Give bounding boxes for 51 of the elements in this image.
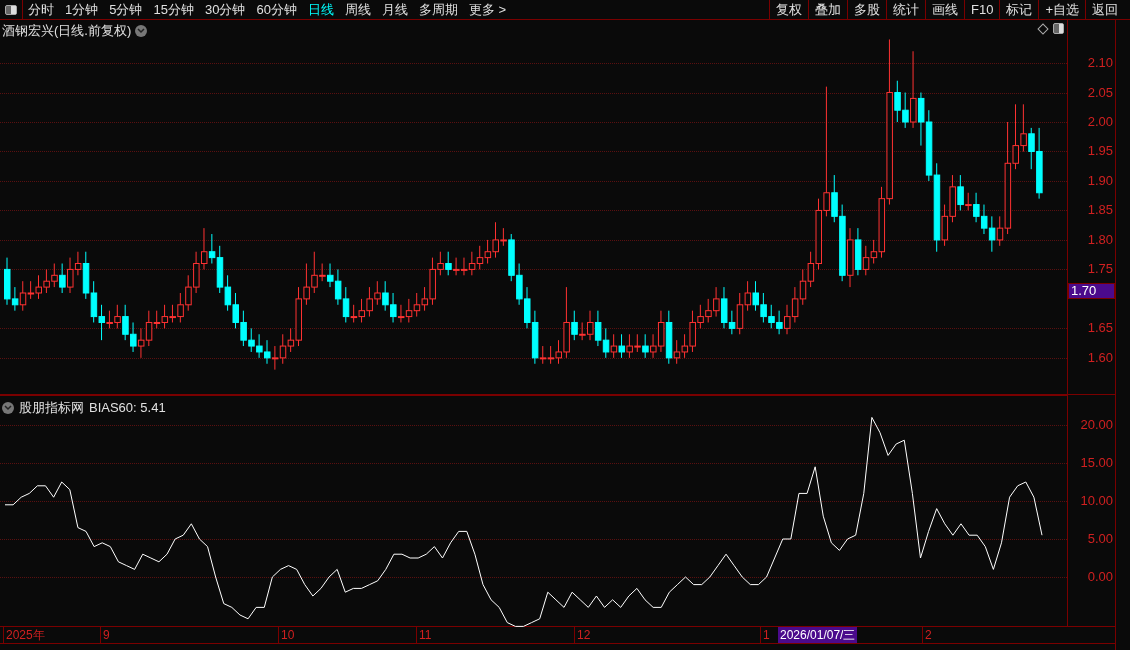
indicator-axis-label: 0.00 xyxy=(1087,570,1113,584)
period-tab[interactable]: 日线 xyxy=(307,0,334,20)
period-tab[interactable]: 1分钟 xyxy=(65,0,99,20)
date-axis-label: 12 xyxy=(574,627,593,643)
period-tab[interactable]: 多周期 xyxy=(418,0,458,20)
chevron-down-icon[interactable] xyxy=(2,401,14,414)
period-tab[interactable]: 周线 xyxy=(344,0,371,20)
price-axis-label: 1.65 xyxy=(1087,321,1113,336)
toolbar-button[interactable]: 画线 xyxy=(925,0,964,19)
indicator-axis-label: 20.00 xyxy=(1080,418,1113,432)
toolbar-button[interactable]: F10 xyxy=(964,0,1000,19)
toolbar-button[interactable]: 叠加 xyxy=(808,0,847,19)
price-axis-label: 2.00 xyxy=(1087,115,1113,129)
cursor-date-label: 2026/01/07/三 xyxy=(778,627,858,643)
period-tab[interactable]: 5分钟 xyxy=(109,0,143,20)
period-tab[interactable]: 30分钟 xyxy=(204,0,246,20)
date-axis-label: 1 xyxy=(760,627,772,643)
price-axis-label: 1.80 xyxy=(1087,232,1113,247)
period-tab[interactable]: 月线 xyxy=(381,0,408,20)
indicator-axis-label: 10.00 xyxy=(1080,494,1113,508)
price-axis-label: 2.10 xyxy=(1087,56,1113,71)
indicator-axis-label: 15.00 xyxy=(1080,456,1113,470)
chevron-down-icon[interactable] xyxy=(135,24,148,37)
toolbar-button[interactable]: 复权 xyxy=(769,0,808,19)
toolbar-button[interactable]: +自选 xyxy=(1038,0,1085,19)
price-axis-label: 1.90 xyxy=(1087,173,1113,188)
period-tab[interactable]: 更多 > xyxy=(468,0,507,20)
indicator-axis-label: 5.00 xyxy=(1087,532,1113,546)
toolbar-button[interactable]: 多股 xyxy=(847,0,886,19)
toolbar-button[interactable]: 标记 xyxy=(999,0,1039,19)
indicator-title: 股朋指标网 xyxy=(19,399,84,417)
price-axis-label: 1.85 xyxy=(1087,203,1113,218)
date-axis-label: 10 xyxy=(278,627,297,643)
date-axis-label: 2025年 xyxy=(3,627,47,643)
date-axis-label: 11 xyxy=(416,627,434,643)
panel-toggle-icon[interactable] xyxy=(1053,23,1064,34)
toolbar-button[interactable]: 返回 xyxy=(1085,0,1124,19)
price-axis-label: 1.95 xyxy=(1087,144,1113,159)
toolbar-button[interactable]: 统计 xyxy=(886,0,925,19)
date-axis-label: 9 xyxy=(100,627,112,643)
period-tab[interactable]: 60分钟 xyxy=(256,0,297,20)
price-axis-label: 1.75 xyxy=(1087,262,1113,277)
stock-title: 酒钢宏兴(日线.前复权) xyxy=(2,22,132,40)
date-axis-label: 2 xyxy=(922,627,934,643)
period-tab[interactable]: 分时 xyxy=(28,0,54,20)
period-tab[interactable]: 15分钟 xyxy=(153,0,194,20)
price-axis-label: 1.60 xyxy=(1087,350,1113,365)
current-price-tag: 1.70 xyxy=(1068,283,1115,299)
indicator-reading: BIAS60: 5.41 xyxy=(89,399,166,417)
panel-toggle-icon[interactable] xyxy=(5,4,17,15)
price-axis-label: 2.05 xyxy=(1087,85,1113,100)
